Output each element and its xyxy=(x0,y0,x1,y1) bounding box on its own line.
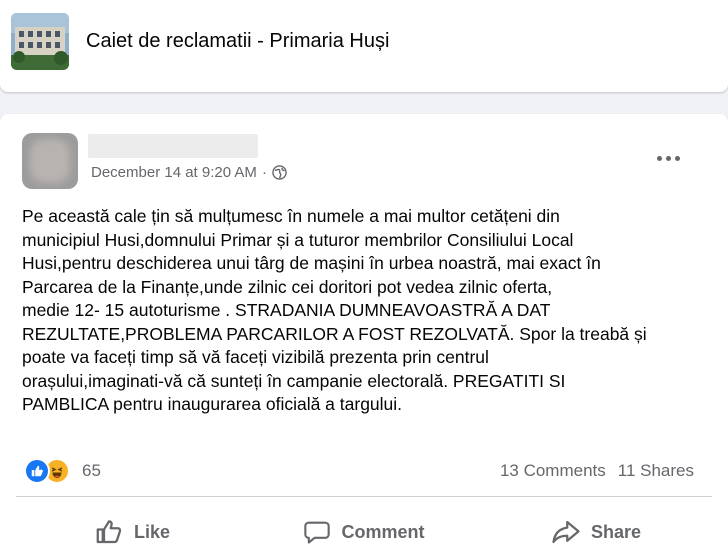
comment-label: Comment xyxy=(341,521,425,542)
post-body-line: municipiul Husi,domnului Primar și a tut… xyxy=(22,229,574,250)
post-body-line: REZULTATE,PROBLEMA PARCARILOR A FOST REZ… xyxy=(22,323,647,344)
reaction-count[interactable]: 65 xyxy=(82,461,101,481)
post-body: Pe această cale țin să mulțumesc în nume… xyxy=(22,205,706,417)
post-body-line: PAMBLICA pentru inaugurarea oficială a t… xyxy=(22,394,403,414)
post-body-line: medie 12- 15 autoturisme . STRADANIA DUM… xyxy=(22,300,551,320)
share-icon xyxy=(551,517,581,547)
reaction-summary: 65 13 Comments 11 Shares xyxy=(24,457,704,485)
like-button[interactable]: Like xyxy=(16,510,248,554)
post-meta: December 14 at 9:20 AM · xyxy=(91,164,287,181)
post-body-line: poate va faceți timp să vă faceți vizibi… xyxy=(22,347,489,367)
divider xyxy=(16,496,712,497)
post-body-line: Parcarea de la Finanțe,unde zilnic cei d… xyxy=(22,276,553,297)
post-body-line: Husi,pentru deschiderea unui târg de maș… xyxy=(22,253,601,273)
comment-icon xyxy=(303,518,331,546)
comments-count[interactable]: 13 Comments xyxy=(500,461,606,481)
share-button[interactable]: Share xyxy=(480,510,712,554)
reaction-icons[interactable] xyxy=(24,458,70,484)
group-header: Caiet de reclamatii - Primaria Huși xyxy=(0,0,728,92)
like-icon xyxy=(94,517,124,547)
engagement-counts: 13 Comments 11 Shares xyxy=(500,461,704,481)
post-body-line: orașului,imaginati-vă că sunteți în camp… xyxy=(22,370,566,391)
like-label: Like xyxy=(133,521,171,542)
share-label: Share xyxy=(590,521,642,542)
post-card: December 14 at 9:20 AM · Pe această cale… xyxy=(0,114,728,557)
group-title[interactable]: Caiet de reclamatii - Primaria Huși xyxy=(86,30,389,53)
comment-button[interactable]: Comment xyxy=(248,510,480,554)
post-action-bar: Like Comment Share xyxy=(16,510,712,554)
post-timestamp[interactable]: December 14 at 9:20 AM xyxy=(91,164,257,181)
more-options-icon[interactable] xyxy=(650,143,686,173)
author-avatar[interactable] xyxy=(22,133,78,189)
meta-separator: · xyxy=(261,164,267,181)
shares-count[interactable]: 11 Shares xyxy=(618,461,694,481)
like-reaction-icon xyxy=(24,458,50,484)
group-thumbnail[interactable] xyxy=(11,13,69,70)
globe-icon xyxy=(272,165,287,180)
author-name-redacted[interactable] xyxy=(88,134,258,158)
post-body-line: Pe această cale țin să mulțumesc în nume… xyxy=(22,206,560,226)
